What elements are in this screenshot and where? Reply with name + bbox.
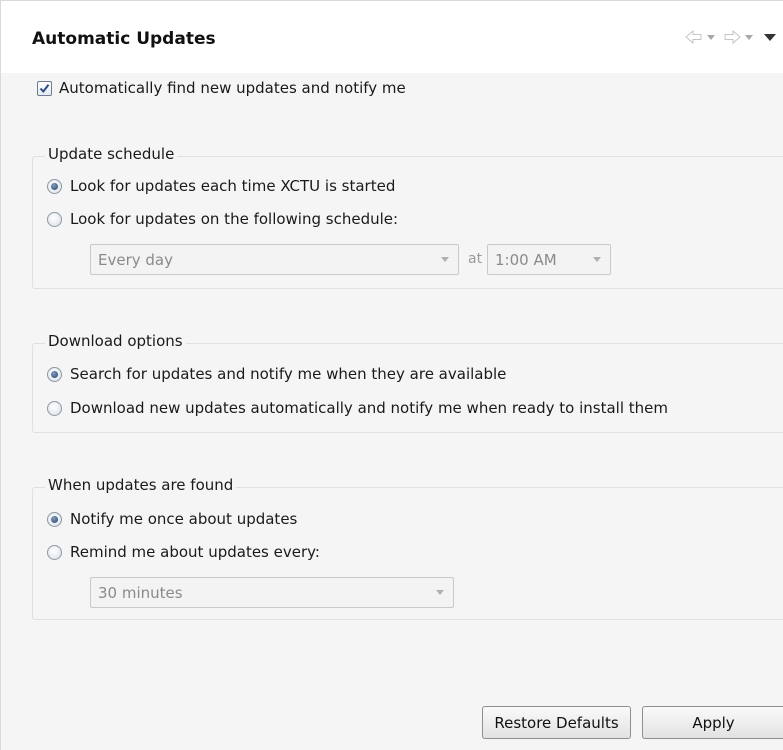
forward-arrow-icon[interactable] [722,27,742,47]
notify-once-option[interactable]: Notify me once about updates [47,510,297,528]
schedule-custom-label: Look for updates on the following schedu… [70,210,399,228]
remind-interval-value: 30 minutes [98,583,183,602]
forward-dropdown-icon[interactable] [742,27,756,47]
schedule-day-value: Every day [98,250,173,269]
checkmark-icon [39,83,50,93]
back-dropdown-icon[interactable] [704,27,718,47]
update-schedule-legend: Update schedule [45,145,178,163]
schedule-day-select[interactable]: Every day [90,244,459,275]
schedule-custom-option[interactable]: Look for updates on the following schedu… [47,210,398,228]
page-header: Automatic Updates [1,1,783,73]
schedule-on-start-radio[interactable] [47,178,62,194]
apply-button[interactable]: Apply [642,706,783,739]
remind-every-option[interactable]: Remind me about updates every: [47,543,320,561]
remind-every-label: Remind me about updates every: [70,543,320,561]
page-title: Automatic Updates [32,29,216,49]
back-arrow-icon[interactable] [684,27,704,47]
schedule-on-start-label: Look for updates each time XCTU is start… [70,177,396,195]
chevron-down-icon [593,257,601,262]
download-notify-option[interactable]: Search for updates and notify me when th… [47,365,506,383]
schedule-at-label: at [468,251,483,267]
preferences-page: Automatic Updates Automatically find new… [0,0,783,750]
schedule-time-select[interactable]: 1:00 AM [487,244,611,275]
schedule-time-value: 1:00 AM [495,250,557,269]
download-auto-option[interactable]: Download new updates automatically and n… [47,399,668,417]
download-auto-label: Download new updates automatically and n… [70,399,668,417]
auto-find-checkbox-row[interactable]: Automatically find new updates and notif… [37,79,406,97]
download-notify-label: Search for updates and notify me when th… [70,365,507,383]
radio-selected-dot [51,182,58,190]
download-notify-radio[interactable] [47,366,62,382]
view-menu-icon[interactable] [762,27,778,47]
restore-defaults-button[interactable]: Restore Defaults [482,706,631,739]
download-auto-radio[interactable] [47,400,62,416]
when-found-legend: When updates are found [45,476,237,494]
schedule-on-start-option[interactable]: Look for updates each time XCTU is start… [47,177,395,195]
remind-interval-select[interactable]: 30 minutes [90,577,454,608]
chevron-down-icon [441,257,449,262]
notify-once-radio[interactable] [47,511,62,527]
chevron-down-icon [436,590,444,595]
auto-find-label: Automatically find new updates and notif… [59,79,406,97]
auto-find-checkbox[interactable] [37,80,52,96]
schedule-custom-radio[interactable] [47,211,62,227]
remind-every-radio[interactable] [47,544,62,560]
radio-selected-dot [51,515,58,523]
download-options-group: Download options [32,332,783,433]
nav-toolbar [684,27,778,47]
radio-selected-dot [51,370,58,378]
download-options-legend: Download options [45,332,186,350]
preferences-content: Automatically find new updates and notif… [1,73,783,750]
notify-once-label: Notify me once about updates [70,510,298,528]
